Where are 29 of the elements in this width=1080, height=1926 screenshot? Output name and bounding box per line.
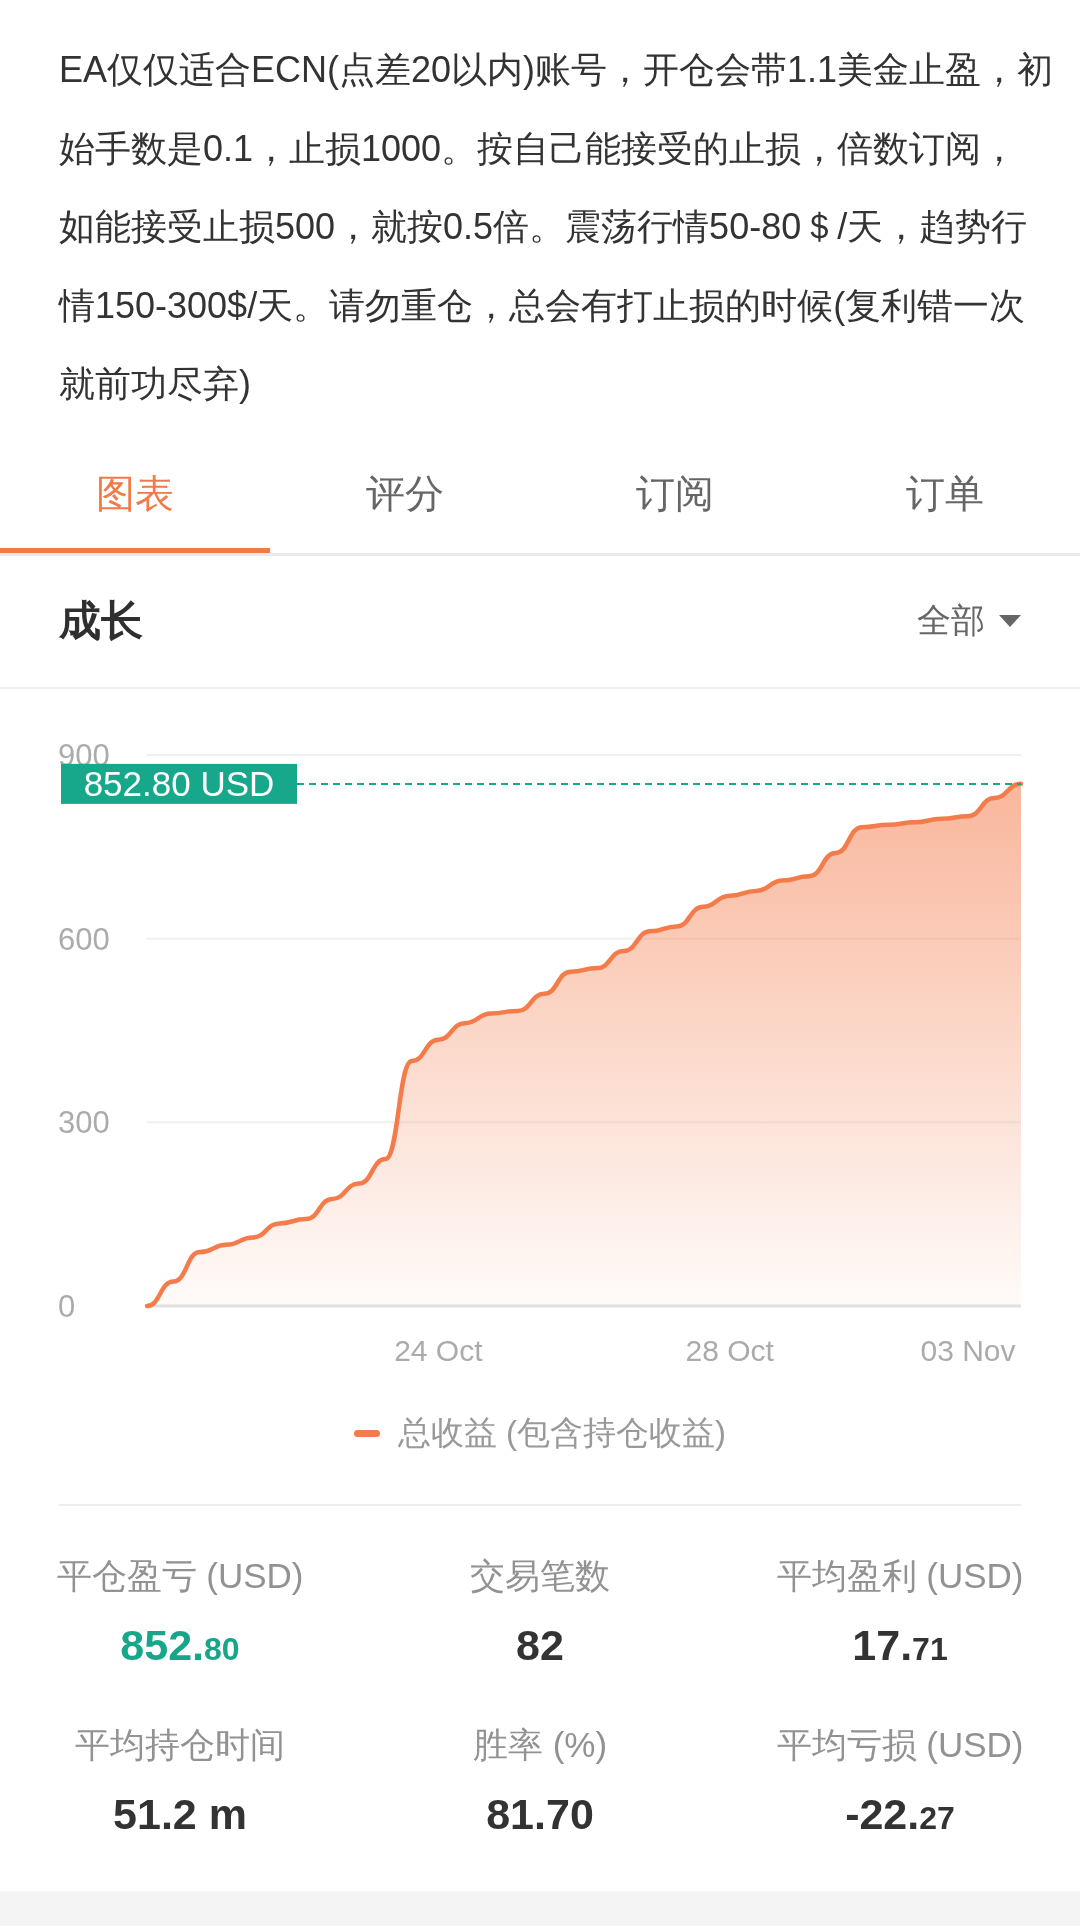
range-dropdown[interactable]: 全部	[917, 590, 1021, 652]
stat-value: 51.2 m	[113, 1788, 247, 1840]
stat-label: 平均亏损 (USD)	[776, 1723, 1024, 1766]
stat-label: 胜率 (%)	[472, 1723, 608, 1766]
stat-value: 82	[516, 1619, 564, 1671]
stat-label: 平均持仓时间	[75, 1723, 285, 1766]
tab[interactable]: 评分	[270, 440, 540, 553]
legend-label: 总收益 (包含持仓收益)	[397, 1413, 727, 1453]
section-title: 成长	[59, 596, 143, 646]
y-axis-label: 0	[58, 1288, 76, 1324]
y-axis-label: 600	[58, 921, 110, 957]
description-text: EA仅仅适合ECN(点差20以内)账号，开仓会带1.1美金止盈，初 始手数是0.1，止损1000。按自己能接受的止损，倍数订阅， 如能接受止损500，就按0.5倍。震荡行情50-80＄/天，趋势行 情150-300$/天。请勿重仓，总会有打止损的时候(复利错一次 就前功尽弃)	[59, 48, 1054, 406]
x-axis-label: 03 Nov	[920, 1333, 1016, 1367]
x-axis-label: 24 Oct	[394, 1333, 483, 1367]
stat-value: 852.80	[120, 1619, 240, 1671]
stat-value: -22.27	[845, 1788, 955, 1840]
tab[interactable]: 订单	[810, 440, 1080, 553]
tab[interactable]: 订阅	[540, 440, 810, 553]
y-axis-label: 300	[58, 1104, 110, 1140]
stat-value: 17.71	[852, 1619, 948, 1671]
x-axis-label: 28 Oct	[685, 1333, 774, 1367]
stat-value: 81.70	[486, 1788, 594, 1840]
price-tag: 852.80 USD	[61, 763, 297, 804]
caret-icon	[999, 615, 1021, 627]
stat-label: 平均盈利 (USD)	[776, 1554, 1024, 1597]
stat-label: 平仓盈亏 (USD)	[56, 1554, 304, 1597]
legend-swatch-icon	[353, 1430, 380, 1437]
ref-line-label: 852.80 USD	[83, 763, 275, 803]
stat-label: 交易笔数	[470, 1554, 610, 1597]
